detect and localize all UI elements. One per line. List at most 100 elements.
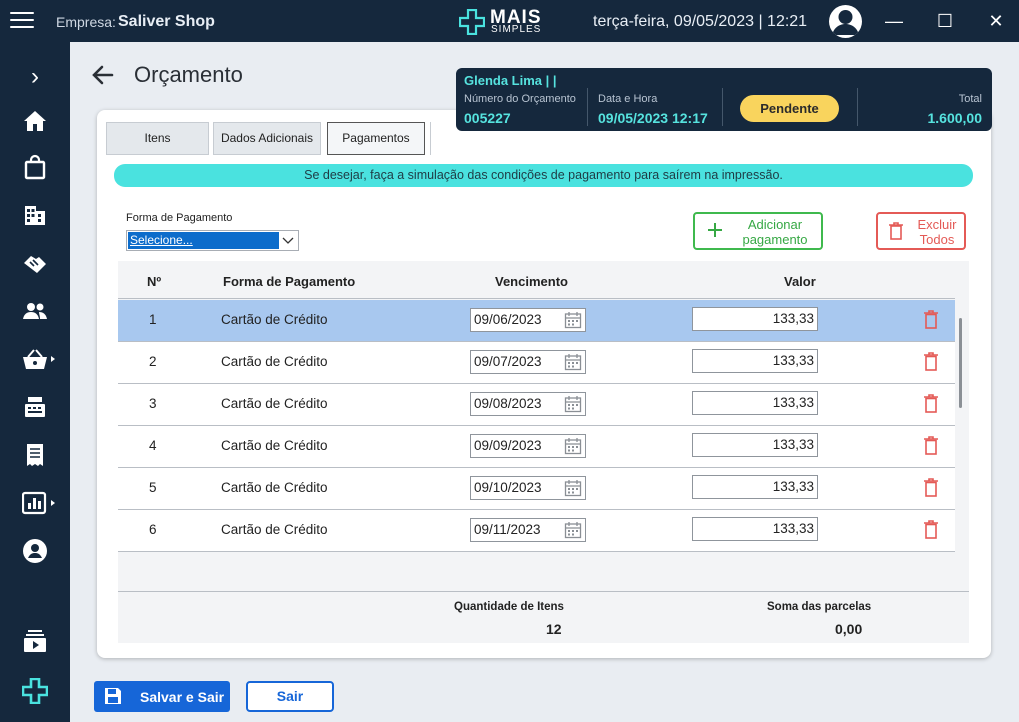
tab-pagamentos[interactable]: Pagamentos — [327, 122, 425, 155]
valor-input[interactable]: 133,33 — [692, 475, 818, 499]
forma-pagamento-select[interactable]: Selecione... — [126, 230, 299, 251]
table-header: Nº Forma de Pagamento Vencimento Valor — [118, 261, 955, 299]
add-payment-button[interactable]: Adicionar pagamento — [693, 212, 823, 250]
basket-icon[interactable] — [22, 346, 58, 372]
calendar-icon[interactable] — [564, 311, 582, 329]
valor-input[interactable]: 133,33 — [692, 391, 818, 415]
vencimento-value: 09/09/2023 — [474, 438, 542, 453]
tab-itens[interactable]: Itens — [106, 122, 209, 155]
plus-icon — [708, 223, 722, 237]
exit-button[interactable]: Sair — [246, 681, 334, 712]
numero-orcamento-label: Número do Orçamento — [464, 93, 576, 105]
mais-simples-cross-icon[interactable] — [21, 677, 49, 705]
user-avatar-icon[interactable] — [829, 5, 862, 38]
expand-sidebar-icon[interactable]: › — [22, 64, 48, 90]
save-and-exit-button[interactable]: Salvar e Sair — [94, 681, 230, 712]
vencimento-value: 09/11/2023 — [474, 522, 541, 537]
info-divider — [587, 88, 588, 126]
payments-table: Nº Forma de Pagamento Vencimento Valor 1… — [118, 261, 969, 643]
close-button[interactable]: ✕ — [985, 10, 1007, 32]
sidebar: › — [0, 42, 70, 722]
handshake-icon[interactable] — [22, 250, 48, 276]
table-row[interactable]: 4 Cartão de Crédito 09/09/2023 133,33 — [118, 426, 955, 468]
header-numero: Nº — [147, 274, 162, 289]
empresa-name: Saliver Shop — [118, 13, 215, 30]
page-title: Orçamento — [134, 62, 243, 87]
delete-all-button[interactable]: Excluir Todos — [876, 212, 966, 250]
row-forma-pagamento: Cartão de Crédito — [221, 312, 328, 327]
valor-input[interactable]: 133,33 — [692, 517, 818, 541]
maximize-button[interactable]: ☐ — [934, 10, 956, 32]
row-forma-pagamento: Cartão de Crédito — [221, 522, 328, 537]
delete-row-trash-icon[interactable] — [923, 478, 939, 497]
vencimento-date-input[interactable]: 09/10/2023 — [470, 476, 586, 500]
delete-row-trash-icon[interactable] — [923, 520, 939, 539]
row-numero: 2 — [149, 354, 157, 369]
tab-dados-adicionais[interactable]: Dados Adicionais — [213, 122, 321, 155]
table-row[interactable]: 6 Cartão de Crédito 09/11/2023 133,33 — [118, 510, 955, 552]
row-numero: 6 — [149, 522, 157, 537]
minimize-button[interactable]: — — [883, 10, 905, 32]
forma-pagamento-label: Forma de Pagamento — [126, 212, 233, 224]
table-row[interactable]: 1 Cartão de Crédito 09/06/2023 133,33 — [118, 300, 955, 342]
calendar-icon[interactable] — [564, 437, 582, 455]
people-icon[interactable] — [22, 298, 48, 324]
calendar-icon[interactable] — [564, 521, 582, 539]
user-circle-icon[interactable] — [22, 538, 48, 564]
delete-row-trash-icon[interactable] — [923, 310, 939, 329]
building-icon[interactable] — [22, 202, 48, 228]
valor-input[interactable]: 133,33 — [692, 433, 818, 457]
delete-all-label: Excluir Todos — [917, 217, 957, 247]
tab-divider — [430, 122, 431, 155]
calendar-icon[interactable] — [564, 479, 582, 497]
valor-input[interactable]: 133,33 — [692, 349, 818, 373]
calendar-icon[interactable] — [564, 395, 582, 413]
receipt-icon[interactable] — [22, 442, 48, 468]
table-row[interactable]: 3 Cartão de Crédito 09/08/2023 133,33 — [118, 384, 955, 426]
vencimento-value: 09/10/2023 — [474, 480, 542, 495]
info-banner: Se desejar, faça a simulação das condiçõ… — [114, 164, 973, 187]
chevron-down-icon — [282, 237, 294, 244]
shopping-bag-icon[interactable] — [22, 154, 48, 180]
back-arrow-icon[interactable] — [90, 62, 116, 88]
vencimento-date-input[interactable]: 09/07/2023 — [470, 350, 586, 374]
add-payment-label: Adicionar pagamento — [742, 217, 808, 247]
info-divider — [722, 88, 723, 126]
vencimento-date-input[interactable]: 09/11/2023 — [470, 518, 586, 542]
table-scrollbar[interactable] — [955, 299, 969, 591]
status-badge: Pendente — [740, 95, 839, 122]
data-hora-value: 09/05/2023 12:17 — [598, 110, 708, 126]
vencimento-value: 09/08/2023 — [474, 396, 542, 411]
play-stack-icon[interactable] — [22, 628, 48, 654]
header-valor: Valor — [784, 274, 816, 289]
trash-icon — [889, 222, 903, 240]
vencimento-date-input[interactable]: 09/06/2023 — [470, 308, 586, 332]
total-value: 1.600,00 — [927, 110, 983, 126]
vencimento-date-input[interactable]: 09/08/2023 — [470, 392, 586, 416]
delete-row-trash-icon[interactable] — [923, 394, 939, 413]
cash-register-icon[interactable] — [22, 394, 48, 420]
numero-orcamento-value: 005227 — [464, 110, 511, 126]
row-forma-pagamento: Cartão de Crédito — [221, 480, 328, 495]
save-disk-icon — [105, 688, 121, 704]
vencimento-date-input[interactable]: 09/09/2023 — [470, 434, 586, 458]
row-forma-pagamento: Cartão de Crédito — [221, 354, 328, 369]
delete-row-trash-icon[interactable] — [923, 436, 939, 455]
row-forma-pagamento: Cartão de Crédito — [221, 438, 328, 453]
empresa-label: Empresa: — [56, 14, 116, 30]
table-row[interactable]: 5 Cartão de Crédito 09/10/2023 133,33 — [118, 468, 955, 510]
table-row[interactable]: 2 Cartão de Crédito 09/07/2023 133,33 — [118, 342, 955, 384]
delete-row-trash-icon[interactable] — [923, 352, 939, 371]
chart-icon[interactable] — [21, 490, 58, 516]
header-forma-pagamento: Forma de Pagamento — [223, 274, 356, 289]
home-icon[interactable] — [22, 108, 48, 134]
forma-pagamento-selected-value: Selecione... — [128, 232, 279, 249]
logo-text-simples: SIMPLES — [491, 24, 542, 35]
row-numero: 5 — [149, 480, 157, 495]
header-vencimento: Vencimento — [495, 274, 568, 289]
calendar-icon[interactable] — [564, 353, 582, 371]
valor-input[interactable]: 133,33 — [692, 307, 818, 331]
table-scrollbar-thumb[interactable] — [959, 318, 962, 408]
orcamento-info-card: Glenda Lima | | Número do Orçamento 0052… — [456, 68, 992, 131]
menu-icon[interactable] — [10, 12, 34, 30]
